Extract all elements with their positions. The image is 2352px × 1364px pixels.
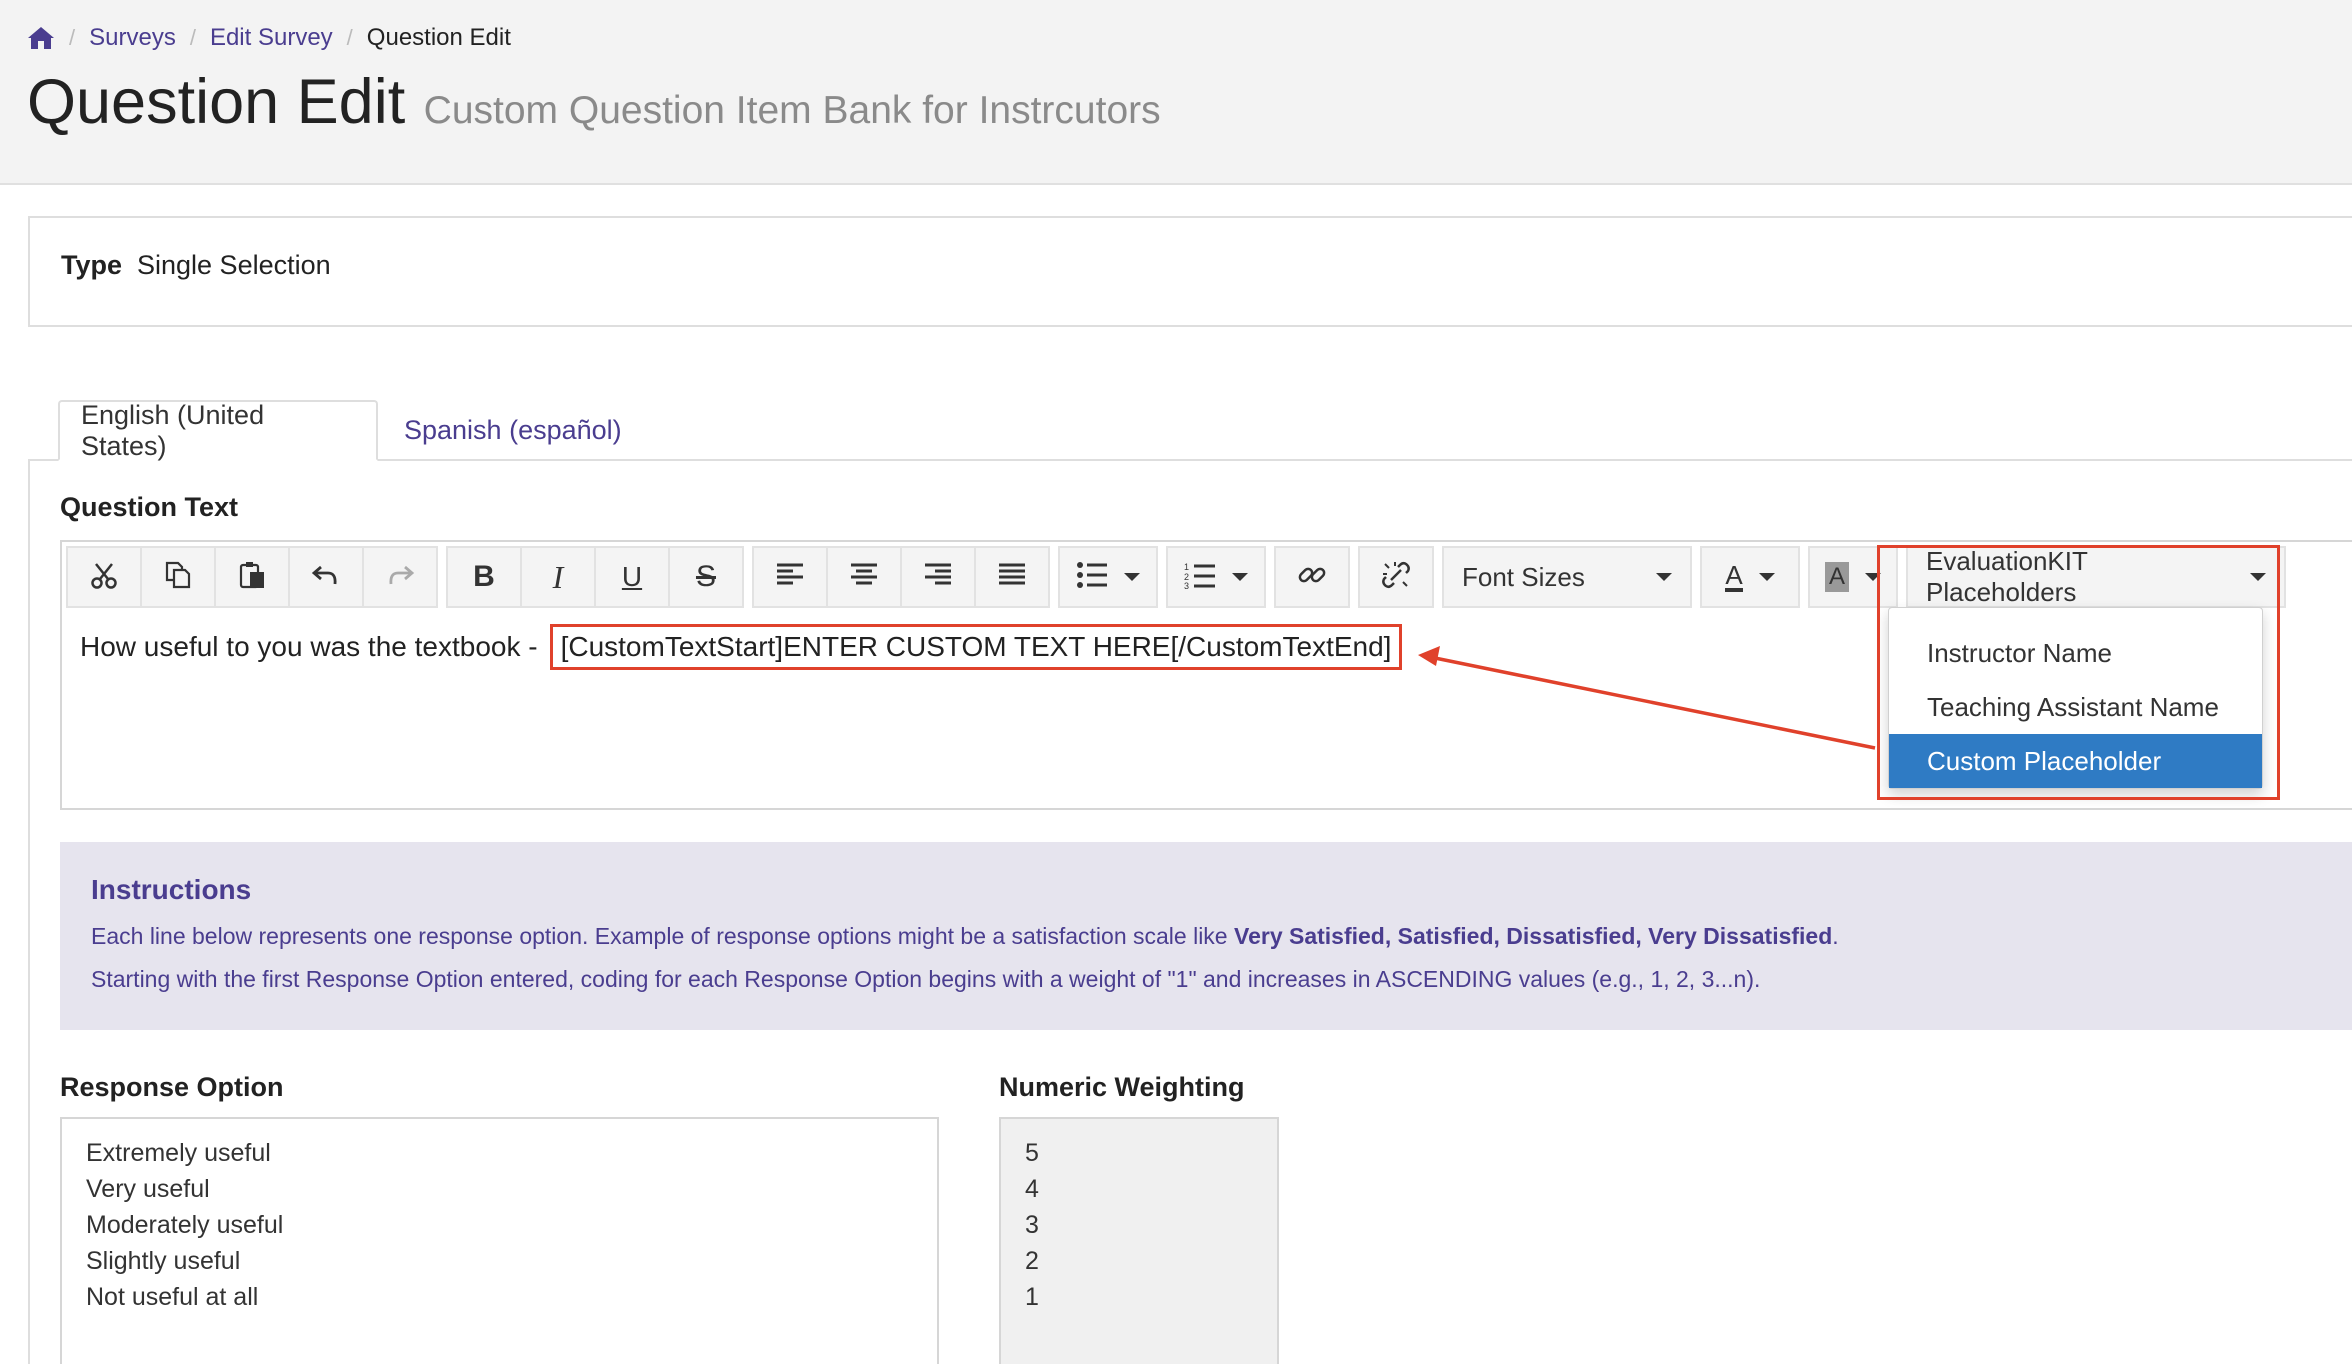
cut-button[interactable] bbox=[66, 546, 142, 608]
response-option-line: Slightly useful bbox=[86, 1247, 241, 1275]
instructions-line-1-text: Each line below represents one response … bbox=[91, 923, 1234, 949]
strikethrough-button[interactable]: S bbox=[668, 546, 744, 608]
weighting-line: 2 bbox=[1025, 1247, 1039, 1275]
strikethrough-icon: S bbox=[695, 560, 716, 593]
placeholders-dropdown[interactable]: EvaluationKIT Placeholders bbox=[1906, 546, 2286, 608]
menu-item-teaching-assistant-name[interactable]: Teaching Assistant Name bbox=[1889, 680, 2262, 734]
align-center-icon bbox=[849, 562, 879, 593]
numeric-weighting-label: Numeric Weighting bbox=[999, 1072, 1245, 1102]
breadcrumb-separator: / bbox=[189, 25, 196, 50]
breadcrumb-edit-survey-link[interactable]: Edit Survey bbox=[210, 24, 333, 52]
copy-icon bbox=[163, 560, 193, 595]
response-option-line: Not useful at all bbox=[86, 1283, 259, 1311]
editor-content[interactable]: How useful to you was the textbook - [Cu… bbox=[80, 624, 1403, 670]
link-icon bbox=[1297, 560, 1327, 595]
breadcrumb-current: Question Edit bbox=[366, 24, 511, 51]
font-sizes-dropdown[interactable]: Font Sizes bbox=[1442, 546, 1692, 608]
chevron-down-icon bbox=[2250, 573, 2266, 581]
question-body-text: How useful to you was the textbook - bbox=[80, 631, 538, 662]
redo-button[interactable] bbox=[362, 546, 438, 608]
chevron-down-icon bbox=[1758, 573, 1775, 581]
placeholders-menu: Instructor Name Teaching Assistant Name … bbox=[1888, 607, 2263, 789]
background-color-button[interactable]: A bbox=[1808, 546, 1898, 608]
page-header: / Surveys / Edit Survey / Question Edit … bbox=[0, 0, 2352, 185]
instructions-line-1-bold: Very Satisfied, Satisfied, Dissatisfied,… bbox=[1234, 923, 1833, 949]
weighting-line: 1 bbox=[1025, 1283, 1039, 1311]
align-left-icon bbox=[775, 562, 805, 593]
question-text-label: Question Text bbox=[60, 492, 239, 522]
weighting-line: 5 bbox=[1025, 1139, 1039, 1167]
align-justify-button[interactable] bbox=[974, 546, 1050, 608]
breadcrumb-surveys-link[interactable]: Surveys bbox=[89, 24, 176, 52]
page-subtitle: Custom Question Item Bank for Instrcutor… bbox=[423, 89, 1161, 132]
breadcrumb-separator: / bbox=[69, 25, 76, 50]
breadcrumb: / Surveys / Edit Survey / Question Edit bbox=[27, 20, 511, 56]
font-color-icon: A bbox=[1725, 560, 1743, 592]
custom-text-token[interactable]: [CustomTextStart]ENTER CUSTOM TEXT HERE[… bbox=[549, 624, 1403, 670]
svg-text:3: 3 bbox=[1184, 581, 1189, 589]
numbered-list-button[interactable]: 123 bbox=[1166, 546, 1266, 608]
chevron-down-icon bbox=[1124, 573, 1140, 581]
bold-button[interactable]: B bbox=[446, 546, 522, 608]
tab-english[interactable]: English (United States) bbox=[58, 400, 378, 461]
background-color-icon: A bbox=[1824, 562, 1849, 592]
svg-text:1: 1 bbox=[1184, 562, 1189, 572]
scissors-icon bbox=[89, 560, 119, 595]
home-icon[interactable] bbox=[27, 26, 55, 50]
instructions-line-1: Each line below represents one response … bbox=[91, 923, 1839, 950]
type-panel: Type Single Selection bbox=[28, 216, 2352, 327]
response-option-line: Extremely useful bbox=[86, 1139, 271, 1167]
tab-content-border bbox=[28, 459, 30, 1364]
font-sizes-label: Font Sizes bbox=[1462, 561, 1585, 592]
menu-item-instructor-name[interactable]: Instructor Name bbox=[1889, 626, 2262, 680]
chevron-down-icon bbox=[1656, 573, 1672, 581]
editor-toolbar: B I U S 1 2 3 Font Sizes A A EvaluationK… bbox=[66, 546, 2286, 608]
align-left-button[interactable] bbox=[752, 546, 828, 608]
align-center-button[interactable] bbox=[826, 546, 902, 608]
weighting-line: 4 bbox=[1025, 1175, 1039, 1203]
italic-button[interactable]: I bbox=[520, 546, 596, 608]
type-label: Type bbox=[61, 250, 123, 280]
instructions-title: Instructions bbox=[91, 874, 252, 905]
undo-button[interactable] bbox=[288, 546, 364, 608]
italic-icon: I bbox=[552, 558, 564, 595]
tab-spanish[interactable]: Spanish (español) bbox=[383, 400, 643, 461]
unlink-button[interactable] bbox=[1358, 546, 1434, 608]
menu-item-custom-placeholder[interactable]: Custom Placeholder bbox=[1889, 734, 2262, 788]
placeholders-label: EvaluationKIT Placeholders bbox=[1926, 546, 2088, 607]
response-option-label: Response Option bbox=[60, 1072, 284, 1102]
align-justify-icon bbox=[997, 562, 1027, 593]
numbered-list-icon: 123 bbox=[1184, 561, 1216, 594]
align-right-button[interactable] bbox=[900, 546, 976, 608]
paste-button[interactable] bbox=[214, 546, 290, 608]
bullet-list-button[interactable] bbox=[1058, 546, 1158, 608]
instructions-line-1-suffix: . bbox=[1832, 923, 1839, 949]
weighting-line: 3 bbox=[1025, 1211, 1039, 1239]
underline-button[interactable]: U bbox=[594, 546, 670, 608]
font-color-button[interactable]: A bbox=[1700, 546, 1800, 608]
bold-icon: B bbox=[473, 560, 495, 593]
chevron-down-icon bbox=[1865, 573, 1881, 581]
numeric-weighting-textarea: 5 4 3 2 1 bbox=[999, 1117, 1279, 1364]
link-button[interactable] bbox=[1274, 546, 1350, 608]
redo-icon bbox=[385, 560, 415, 595]
paste-icon bbox=[237, 560, 267, 595]
undo-icon bbox=[311, 560, 341, 595]
response-options-textarea[interactable]: Extremely useful Very useful Moderately … bbox=[60, 1117, 939, 1364]
page-title-main: Question Edit bbox=[27, 67, 406, 137]
bullet-list-icon bbox=[1076, 561, 1108, 594]
underline-icon: U bbox=[621, 561, 643, 592]
response-option-line: Very useful bbox=[86, 1175, 210, 1203]
unlink-icon bbox=[1381, 560, 1411, 595]
type-value: Single Selection bbox=[137, 250, 331, 280]
page-title: Question Edit Custom Question Item Bank … bbox=[27, 66, 1161, 138]
instructions-line-2: Starting with the first Response Option … bbox=[91, 966, 1761, 992]
annotation-arrow bbox=[1418, 646, 1876, 750]
copy-button[interactable] bbox=[140, 546, 216, 608]
breadcrumb-separator: / bbox=[346, 25, 353, 50]
response-option-line: Moderately useful bbox=[86, 1211, 284, 1239]
instructions-panel: Instructions Each line below represents … bbox=[60, 842, 2352, 1030]
align-right-icon bbox=[923, 562, 953, 593]
chevron-down-icon bbox=[1232, 573, 1248, 581]
